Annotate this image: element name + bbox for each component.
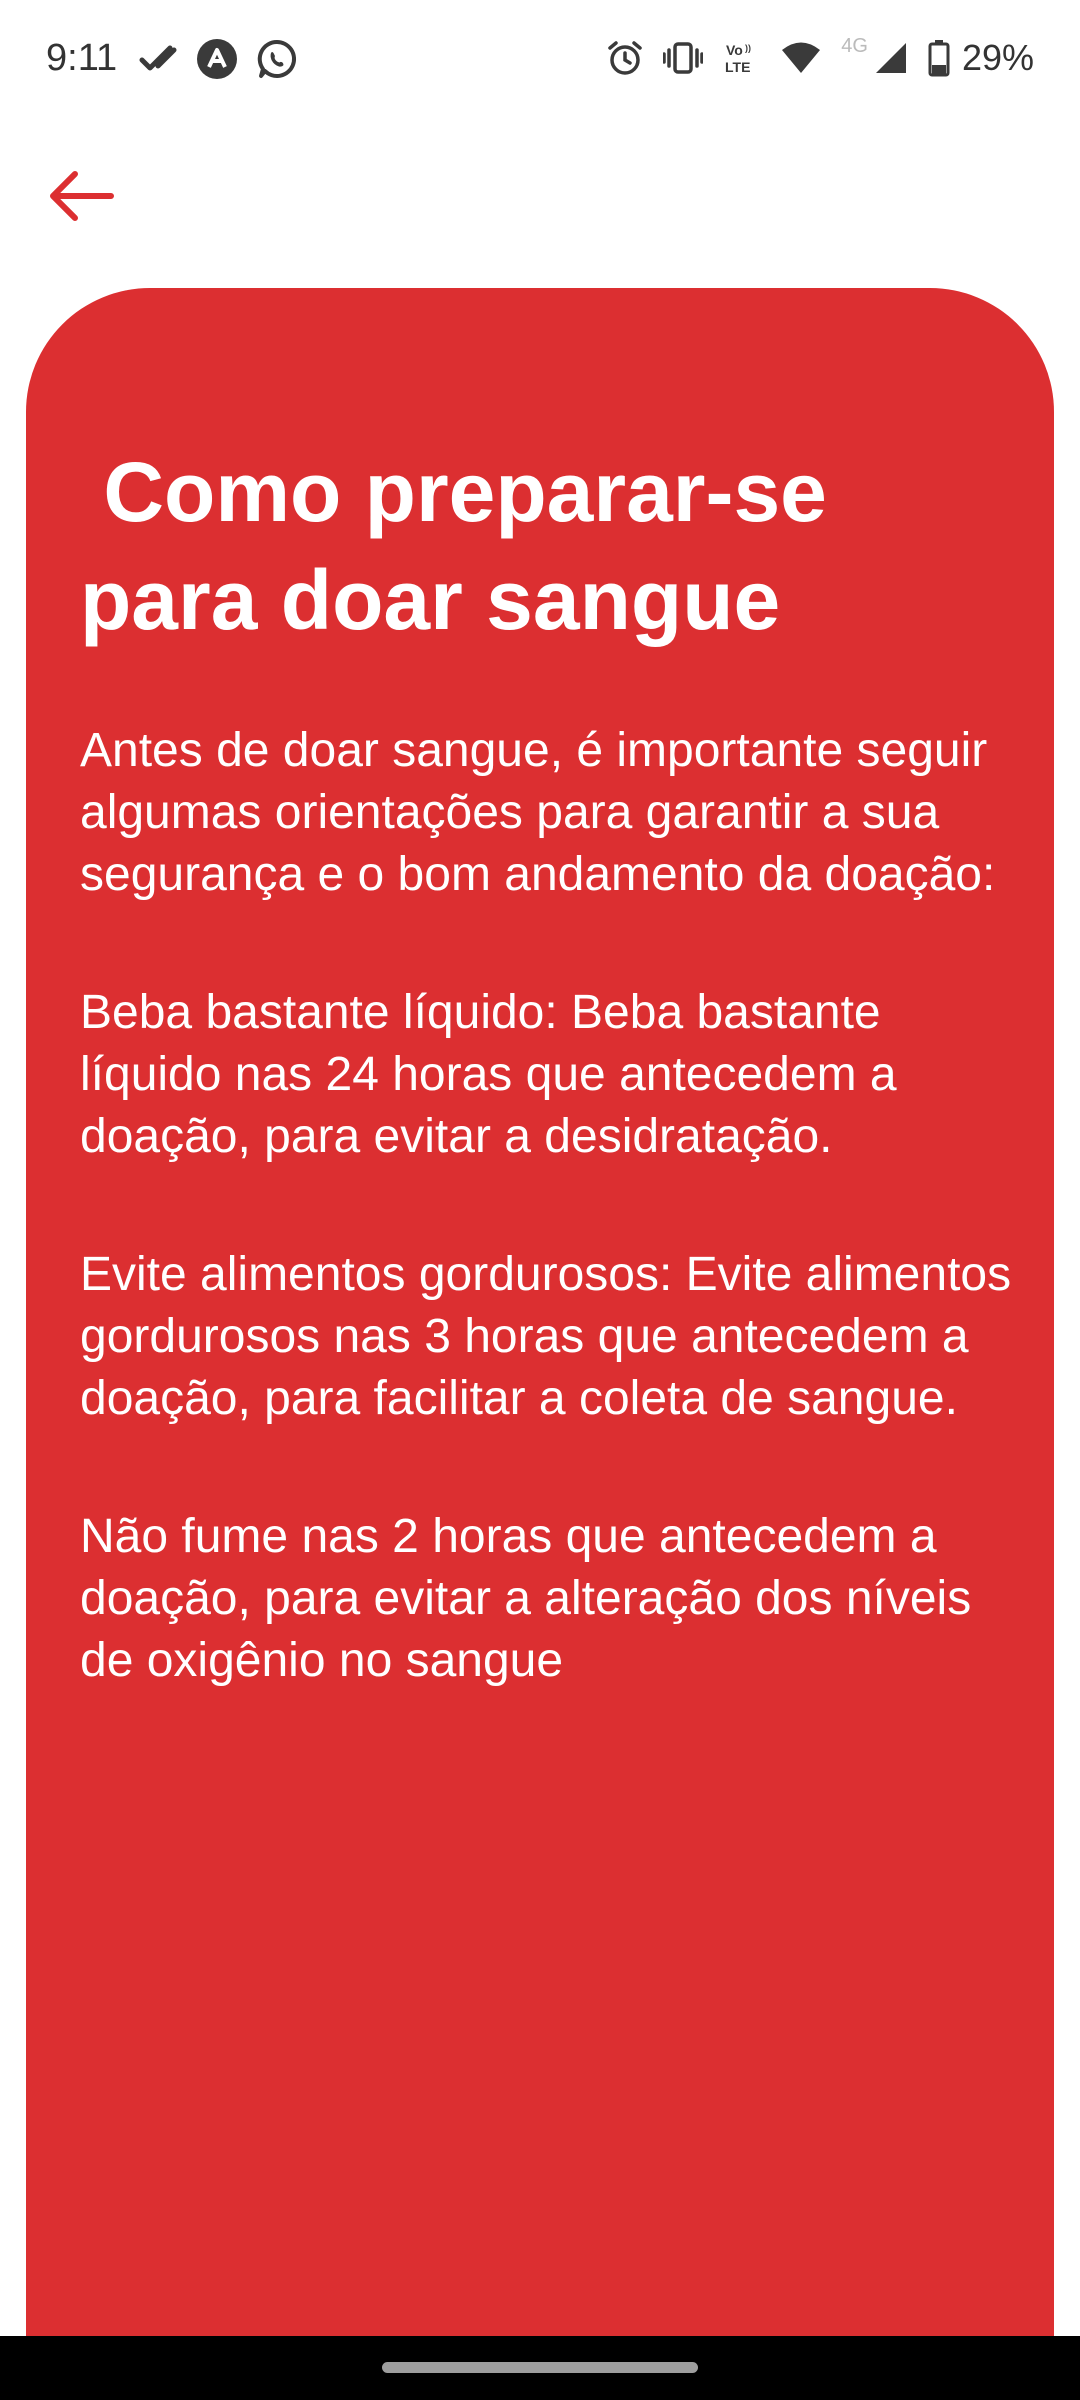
network-type-badge: 4G: [841, 34, 868, 57]
arrow-app-icon: [196, 38, 238, 80]
signal-icon: [874, 41, 908, 75]
alarm-icon: [607, 40, 643, 76]
arrow-left-icon: [48, 171, 114, 221]
intro-paragraph: Antes de doar sangue, é importante segui…: [80, 724, 996, 901]
status-left-icons: [138, 38, 298, 80]
svg-text:Vo: Vo: [726, 42, 743, 58]
status-right-icons: Vo )) LTE 4G 29%: [607, 34, 1034, 80]
content-card: Como preparar-se para doar sangue Antes …: [26, 288, 1054, 2400]
back-button[interactable]: [48, 160, 138, 232]
page-title: Como preparar-se para doar sangue: [80, 445, 851, 647]
status-bar: 9:11 Vo)) LTE 4G 29%: [0, 0, 1080, 118]
tip-paragraph: Evite alimentos gordurosos: Evite alimen…: [80, 1248, 1012, 1425]
screen: 9:11 Vo)) LTE 4G 29% Como preparar-se p…: [0, 0, 1080, 2400]
tip-paragraph: Não fume nas 2 horas que antecedem a doa…: [80, 1510, 972, 1687]
battery-icon: [928, 39, 950, 77]
status-time: 9:11: [46, 37, 118, 79]
svg-text:)): )): [745, 43, 751, 53]
card-body: Antes de doar sangue, é importante segui…: [80, 720, 1020, 1768]
tip-paragraph: Beba bastante líquido: Beba bastante líq…: [80, 986, 897, 1163]
home-gesture-handle[interactable]: [382, 2362, 698, 2373]
battery-percent: 29%: [961, 37, 1034, 78]
volte-icon: Vo )) LTE: [723, 40, 761, 76]
whatsapp-icon: [256, 38, 298, 80]
vibrate-icon: [663, 40, 704, 76]
svg-text:LTE: LTE: [725, 59, 750, 75]
wifi-icon: [781, 41, 821, 75]
check-icon: [138, 39, 178, 79]
